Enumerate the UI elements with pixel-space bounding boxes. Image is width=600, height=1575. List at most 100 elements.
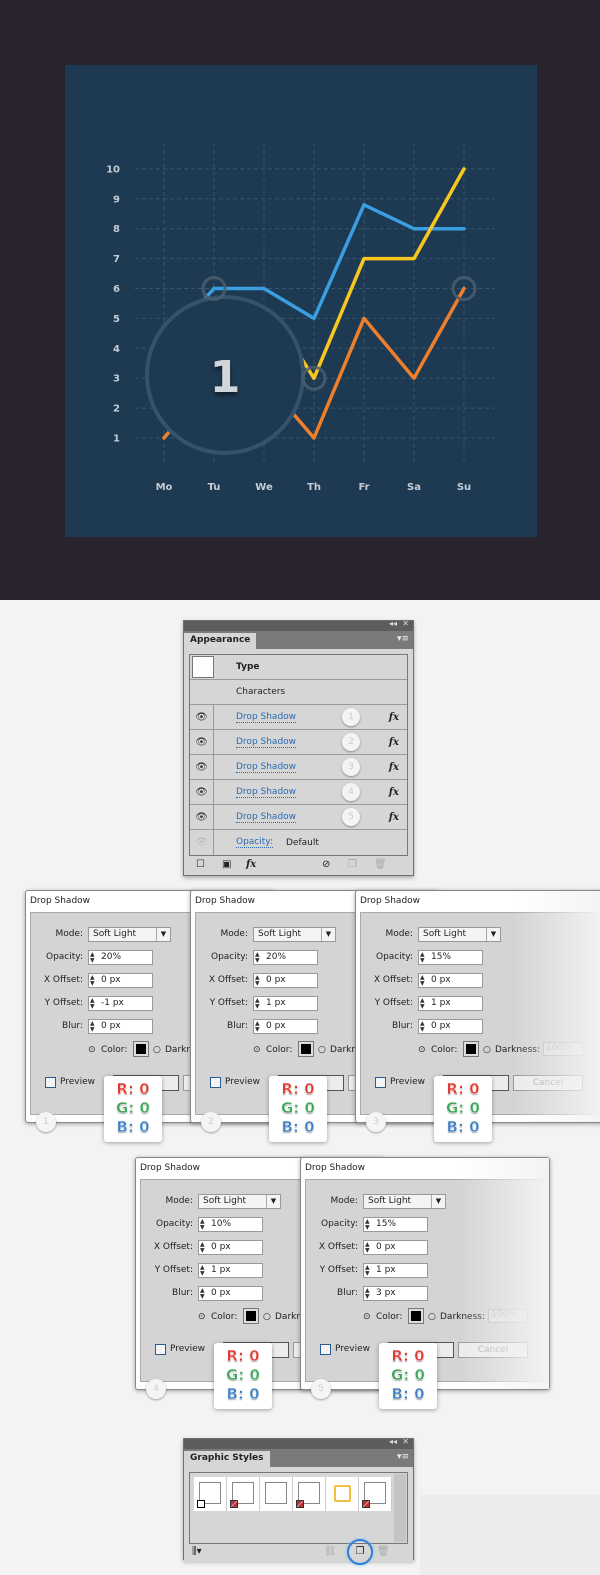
graphic-style-swatch[interactable] — [293, 1477, 326, 1511]
duplicate-icon[interactable]: ❐ — [348, 859, 357, 870]
x-offset-field[interactable]: ▲ ▼ 0 px — [88, 973, 153, 988]
x-offset-field[interactable]: ▲ ▼ 0 px — [198, 1240, 263, 1255]
scrollbar[interactable] — [394, 1474, 406, 1542]
add-stroke-icon[interactable]: ☐ — [196, 859, 205, 870]
blur-field[interactable]: ▲ ▼ 3 px — [363, 1286, 428, 1301]
color-swatch[interactable] — [298, 1041, 314, 1057]
color-swatch[interactable] — [463, 1041, 479, 1057]
effect-row-drop-shadow[interactable]: 👁 Drop Shadow 4 fx — [190, 780, 407, 805]
characters-row[interactable]: Characters — [190, 680, 407, 705]
stepper-icon[interactable]: ▲ ▼ — [200, 1219, 205, 1231]
stepper-icon[interactable]: ▲ ▼ — [420, 952, 425, 964]
panel-titlebar[interactable]: ◂◂ ✕ — [184, 1437, 413, 1449]
drop-shadow-link[interactable]: Drop Shadow — [236, 737, 297, 748]
preview-checkbox[interactable] — [155, 1344, 166, 1355]
blur-field[interactable]: ▲ ▼ 0 px — [88, 1019, 153, 1034]
break-link-icon[interactable]: ⛓ — [324, 1546, 337, 1557]
stepper-icon[interactable]: ▲ ▼ — [90, 1021, 95, 1033]
collapse-icon[interactable]: ◂◂ — [389, 619, 397, 628]
stepper-icon[interactable]: ▲ ▼ — [365, 1242, 370, 1254]
clear-appearance-icon[interactable]: ⊘ — [322, 859, 330, 870]
opacity-field[interactable]: ▲ ▼ 15% — [418, 950, 483, 965]
stepper-icon[interactable]: ▲ ▼ — [255, 975, 260, 987]
color-radio[interactable]: ⊙ — [88, 1045, 96, 1055]
darkness-radio[interactable]: ○ — [318, 1045, 326, 1055]
trash-icon[interactable]: 🗑 — [374, 859, 387, 870]
effect-row-drop-shadow[interactable]: 👁 Drop Shadow 3 fx — [190, 755, 407, 780]
y-offset-field[interactable]: ▲ ▼ 1 px — [198, 1263, 263, 1278]
mode-select[interactable]: Soft Light ▼ — [363, 1194, 446, 1209]
mode-select[interactable]: Soft Light ▼ — [253, 927, 336, 942]
eye-icon[interactable]: 👁 — [190, 755, 214, 779]
stepper-icon[interactable]: ▲ ▼ — [365, 1265, 370, 1277]
color-radio[interactable]: ⊙ — [418, 1045, 426, 1055]
y-offset-field[interactable]: ▲ ▼ 1 px — [253, 996, 318, 1011]
add-effect-button[interactable]: fx — [246, 859, 256, 870]
add-fill-icon[interactable]: ▣ — [222, 859, 231, 870]
mode-select[interactable]: Soft Light ▼ — [418, 927, 501, 942]
panel-titlebar[interactable]: ◂◂ ✕ — [184, 619, 413, 631]
graphic-style-swatch[interactable] — [326, 1477, 359, 1511]
blur-field[interactable]: ▲ ▼ 0 px — [253, 1019, 318, 1034]
panel-menu-icon[interactable]: ▾≡ — [397, 634, 409, 644]
drop-shadow-link[interactable]: Drop Shadow — [236, 762, 297, 773]
opacity-field[interactable]: ▲ ▼ 10% — [198, 1217, 263, 1232]
stepper-icon[interactable]: ▲ ▼ — [200, 1265, 205, 1277]
effect-row-drop-shadow[interactable]: 👁 Drop Shadow 1 fx — [190, 705, 407, 730]
tab-appearance[interactable]: Appearance — [184, 633, 257, 649]
eye-icon[interactable]: 👁 — [190, 830, 214, 855]
drop-shadow-link[interactable]: Drop Shadow — [236, 712, 297, 723]
stepper-icon[interactable]: ▲ ▼ — [90, 998, 95, 1010]
stepper-icon[interactable]: ▲ ▼ — [420, 1021, 425, 1033]
stepper-icon[interactable]: ▲ ▼ — [365, 1288, 370, 1300]
drop-shadow-link[interactable]: Drop Shadow — [236, 787, 297, 798]
effect-row-drop-shadow[interactable]: 👁 Drop Shadow 2 fx — [190, 730, 407, 755]
preview-checkbox[interactable] — [375, 1077, 386, 1088]
collapse-icon[interactable]: ◂◂ — [389, 1437, 397, 1446]
darkness-radio[interactable]: ○ — [483, 1045, 491, 1055]
preview-checkbox[interactable] — [210, 1077, 221, 1088]
opacity-row[interactable]: 👁 Opacity: Default — [190, 830, 407, 855]
opacity-field[interactable]: ▲ ▼ 20% — [88, 950, 153, 965]
stepper-icon[interactable]: ▲ ▼ — [365, 1219, 370, 1231]
darkness-radio[interactable]: ○ — [153, 1045, 161, 1055]
trash-icon[interactable]: 🗑 — [377, 1546, 390, 1557]
graphic-style-swatch[interactable] — [194, 1477, 227, 1511]
tab-graphic-styles[interactable]: Graphic Styles — [184, 1451, 270, 1467]
graphic-style-swatch[interactable] — [260, 1477, 293, 1511]
color-radio[interactable]: ⊙ — [253, 1045, 261, 1055]
y-offset-field[interactable]: ▲ ▼ 1 px — [418, 996, 483, 1011]
stepper-icon[interactable]: ▲ ▼ — [90, 975, 95, 987]
blur-field[interactable]: ▲ ▼ 0 px — [418, 1019, 483, 1034]
color-swatch[interactable] — [243, 1308, 259, 1324]
y-offset-field[interactable]: ▲ ▼ 1 px — [363, 1263, 428, 1278]
mode-select[interactable]: Soft Light ▼ — [198, 1194, 281, 1209]
close-icon[interactable]: ✕ — [402, 619, 409, 628]
x-offset-field[interactable]: ▲ ▼ 0 px — [418, 973, 483, 988]
opacity-link[interactable]: Opacity: — [236, 837, 273, 848]
color-radio[interactable]: ⊙ — [363, 1312, 371, 1322]
eye-icon[interactable]: 👁 — [190, 780, 214, 804]
opacity-field[interactable]: ▲ ▼ 20% — [253, 950, 318, 965]
color-radio[interactable]: ⊙ — [198, 1312, 206, 1322]
opacity-field[interactable]: ▲ ▼ 15% — [363, 1217, 428, 1232]
stepper-icon[interactable]: ▲ ▼ — [255, 998, 260, 1010]
x-offset-field[interactable]: ▲ ▼ 0 px — [363, 1240, 428, 1255]
drop-shadow-link[interactable]: Drop Shadow — [236, 812, 297, 823]
preview-checkbox[interactable] — [320, 1344, 331, 1355]
libraries-menu-icon[interactable]: ⫼▾ — [192, 1546, 202, 1557]
eye-icon[interactable]: 👁 — [190, 805, 214, 829]
color-swatch[interactable] — [133, 1041, 149, 1057]
stepper-icon[interactable]: ▲ ▼ — [420, 975, 425, 987]
x-offset-field[interactable]: ▲ ▼ 0 px — [253, 973, 318, 988]
darkness-radio[interactable]: ○ — [263, 1312, 271, 1322]
close-icon[interactable]: ✕ — [402, 1437, 409, 1446]
blur-field[interactable]: ▲ ▼ 0 px — [198, 1286, 263, 1301]
eye-icon[interactable]: 👁 — [190, 730, 214, 754]
stepper-icon[interactable]: ▲ ▼ — [200, 1242, 205, 1254]
mode-select[interactable]: Soft Light ▼ — [88, 927, 171, 942]
effect-row-drop-shadow[interactable]: 👁 Drop Shadow 5 fx — [190, 805, 407, 830]
stepper-icon[interactable]: ▲ ▼ — [420, 998, 425, 1010]
graphic-style-swatch[interactable] — [227, 1477, 260, 1511]
panel-menu-icon[interactable]: ▾≡ — [397, 1452, 409, 1462]
